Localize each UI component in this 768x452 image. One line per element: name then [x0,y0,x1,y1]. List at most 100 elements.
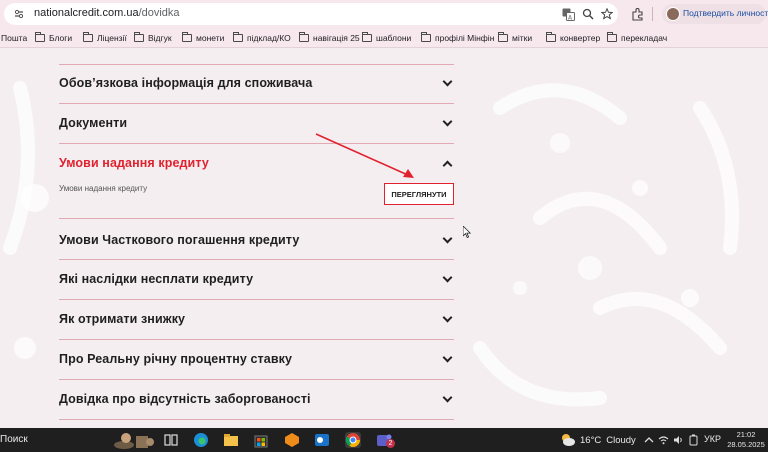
accordion-item-documents[interactable]: Документи [59,104,454,143]
accordion-title: Документи [59,116,128,130]
edge-browser-icon[interactable] [193,432,209,448]
bookmark-mitky[interactable]: мітки [498,31,532,45]
store-icon[interactable] [253,432,269,448]
chevron-down-icon[interactable] [442,393,454,405]
sublime-text-icon[interactable] [284,432,300,448]
bookmark-label: Ліцензії [97,33,127,43]
page-content: Обов’язкова інформація для споживача Док… [0,48,768,428]
bookmark-label: шаблони [376,33,412,43]
chevron-up-icon[interactable] [442,157,454,169]
folder-icon [362,32,372,42]
bookmark-label: монети [196,33,225,43]
accordion-title: Про Реальну річну процентну ставку [59,352,293,366]
bookmark-pidklad[interactable]: підклад/КО [233,31,291,45]
chevron-down-icon[interactable] [442,353,454,365]
clock-date: 28.05.2025 [727,440,765,449]
view-button[interactable]: ПЕРЕГЛЯНУТИ [384,183,454,205]
toolbar-separator [652,7,653,21]
chevron-down-icon[interactable] [442,117,454,129]
translate-icon[interactable]: A [560,6,576,22]
bookmark-vidguk[interactable]: Відгук [134,31,172,45]
teams-badge: 2 [386,439,395,448]
volume-icon[interactable] [673,435,684,445]
bookmark-konverter[interactable]: конвертер [546,31,600,45]
extensions-icon[interactable] [628,5,646,23]
bookmark-label: мітки [512,33,533,43]
bookmark-navigaciya[interactable]: навігація 25 [299,31,360,45]
onedrive-icon[interactable] [688,434,699,446]
profile-label: Подтвердить личность [683,8,768,18]
accordion-title: Як отримати знижку [59,312,186,326]
bookmark-poshta[interactable]: Пошта [1,31,27,45]
weather-widget[interactable]: 16°C Cloudy [560,433,636,447]
chevron-down-icon[interactable] [442,77,454,89]
chevron-down-icon[interactable] [442,313,454,325]
folder-icon [233,32,243,42]
taskbar-search[interactable]: Поиск [0,434,28,445]
task-view-icon[interactable] [163,432,179,448]
outlook-icon[interactable] [314,432,330,448]
browser-toolbar: nationalcredit.com.ua/dovidka A Подтверд… [0,0,768,28]
search-highlight-illustration[interactable] [112,430,156,450]
taskbar: Поиск 2 16°C Cloudy УКР 21:02 28.05.2025 [0,428,768,452]
language-indicator[interactable]: УКР [704,434,721,444]
accordion-item-real-annual-rate[interactable]: Про Реальну річну процентну ставку [59,340,454,379]
cloudy-weather-icon [562,434,575,446]
url-text[interactable]: nationalcredit.com.ua/dovidka [34,7,180,19]
address-bar[interactable]: nationalcredit.com.ua/dovidka A [4,3,618,25]
bookmark-label: Пошта [1,33,28,43]
bookmark-licenzii[interactable]: Ліцензії [83,31,127,45]
bookmark-label: Блоги [49,33,73,43]
bookmark-label: навігація 25 [313,33,360,43]
chevron-down-icon[interactable] [442,273,454,285]
folder-icon [546,32,556,42]
accordion-item-discount[interactable]: Як отримати знижку [59,300,454,339]
url-path: /dovidka [138,7,180,19]
chrome-icon[interactable] [345,432,361,448]
accordion-title: Обов’язкова інформація для споживача [59,76,313,90]
folder-icon [134,32,144,42]
site-info-icon[interactable] [12,7,26,21]
accordion-title: Довідка про відсутність заборгованості [59,392,311,406]
mouse-cursor-icon [463,226,471,238]
bookmark-label: профілі Мінфін [435,33,495,43]
accordion-item-no-debt-certificate[interactable]: Довідка про відсутність заборгованості [59,380,454,419]
bookmark-profili[interactable]: профілі Мінфін [421,31,494,45]
file-explorer-icon[interactable] [223,432,239,448]
divider [59,419,454,420]
folder-icon [83,32,93,42]
bookmark-monety[interactable]: монети [182,31,224,45]
accordion-title: Умови надання кредиту [59,156,209,170]
clock[interactable]: 21:02 28.05.2025 [726,430,766,450]
accordion-title: Які наслідки несплати кредиту [59,272,254,286]
accordion-title: Умови Часткового погашення кредиту [59,233,300,247]
weather-temperature: 16°C [580,434,602,446]
expanded-content-text: Умови надання кредиту [59,184,148,193]
bookmark-label: Відгук [148,33,172,43]
chevron-up-icon[interactable] [644,435,654,445]
bookmark-label: конвертер [560,33,601,43]
folder-icon [498,32,508,42]
avatar [666,7,680,21]
bookmark-blogy[interactable]: Блоги [35,31,72,45]
accordion-item-credit-terms[interactable]: Умови надання кредиту [59,144,454,174]
url-host: nationalcredit.com.ua [34,7,139,19]
folder-icon [299,32,309,42]
profile-button[interactable]: Подтвердить личность [662,4,768,24]
accordion-item-nonpayment-consequences[interactable]: Які наслідки несплати кредиту [59,260,454,299]
weather-condition: Cloudy [606,434,636,446]
folder-icon [35,32,45,42]
folder-icon [607,32,617,42]
accordion-item-consumer-info[interactable]: Обов’язкова інформація для споживача [59,65,454,103]
zoom-icon[interactable] [580,6,596,22]
accordion-item-partial-repayment[interactable]: Умови Часткового погашення кредиту [59,219,454,259]
network-icon[interactable] [658,435,669,445]
chevron-down-icon[interactable] [442,234,454,246]
folder-icon [421,32,431,42]
folder-icon [182,32,192,42]
bookmark-shablony[interactable]: шаблони [362,31,411,45]
bookmark-perekladach[interactable]: перекладач [607,31,667,45]
bookmark-label: підклад/КО [247,33,291,43]
clock-time: 21:02 [736,430,756,439]
bookmark-star-icon[interactable] [599,6,615,22]
